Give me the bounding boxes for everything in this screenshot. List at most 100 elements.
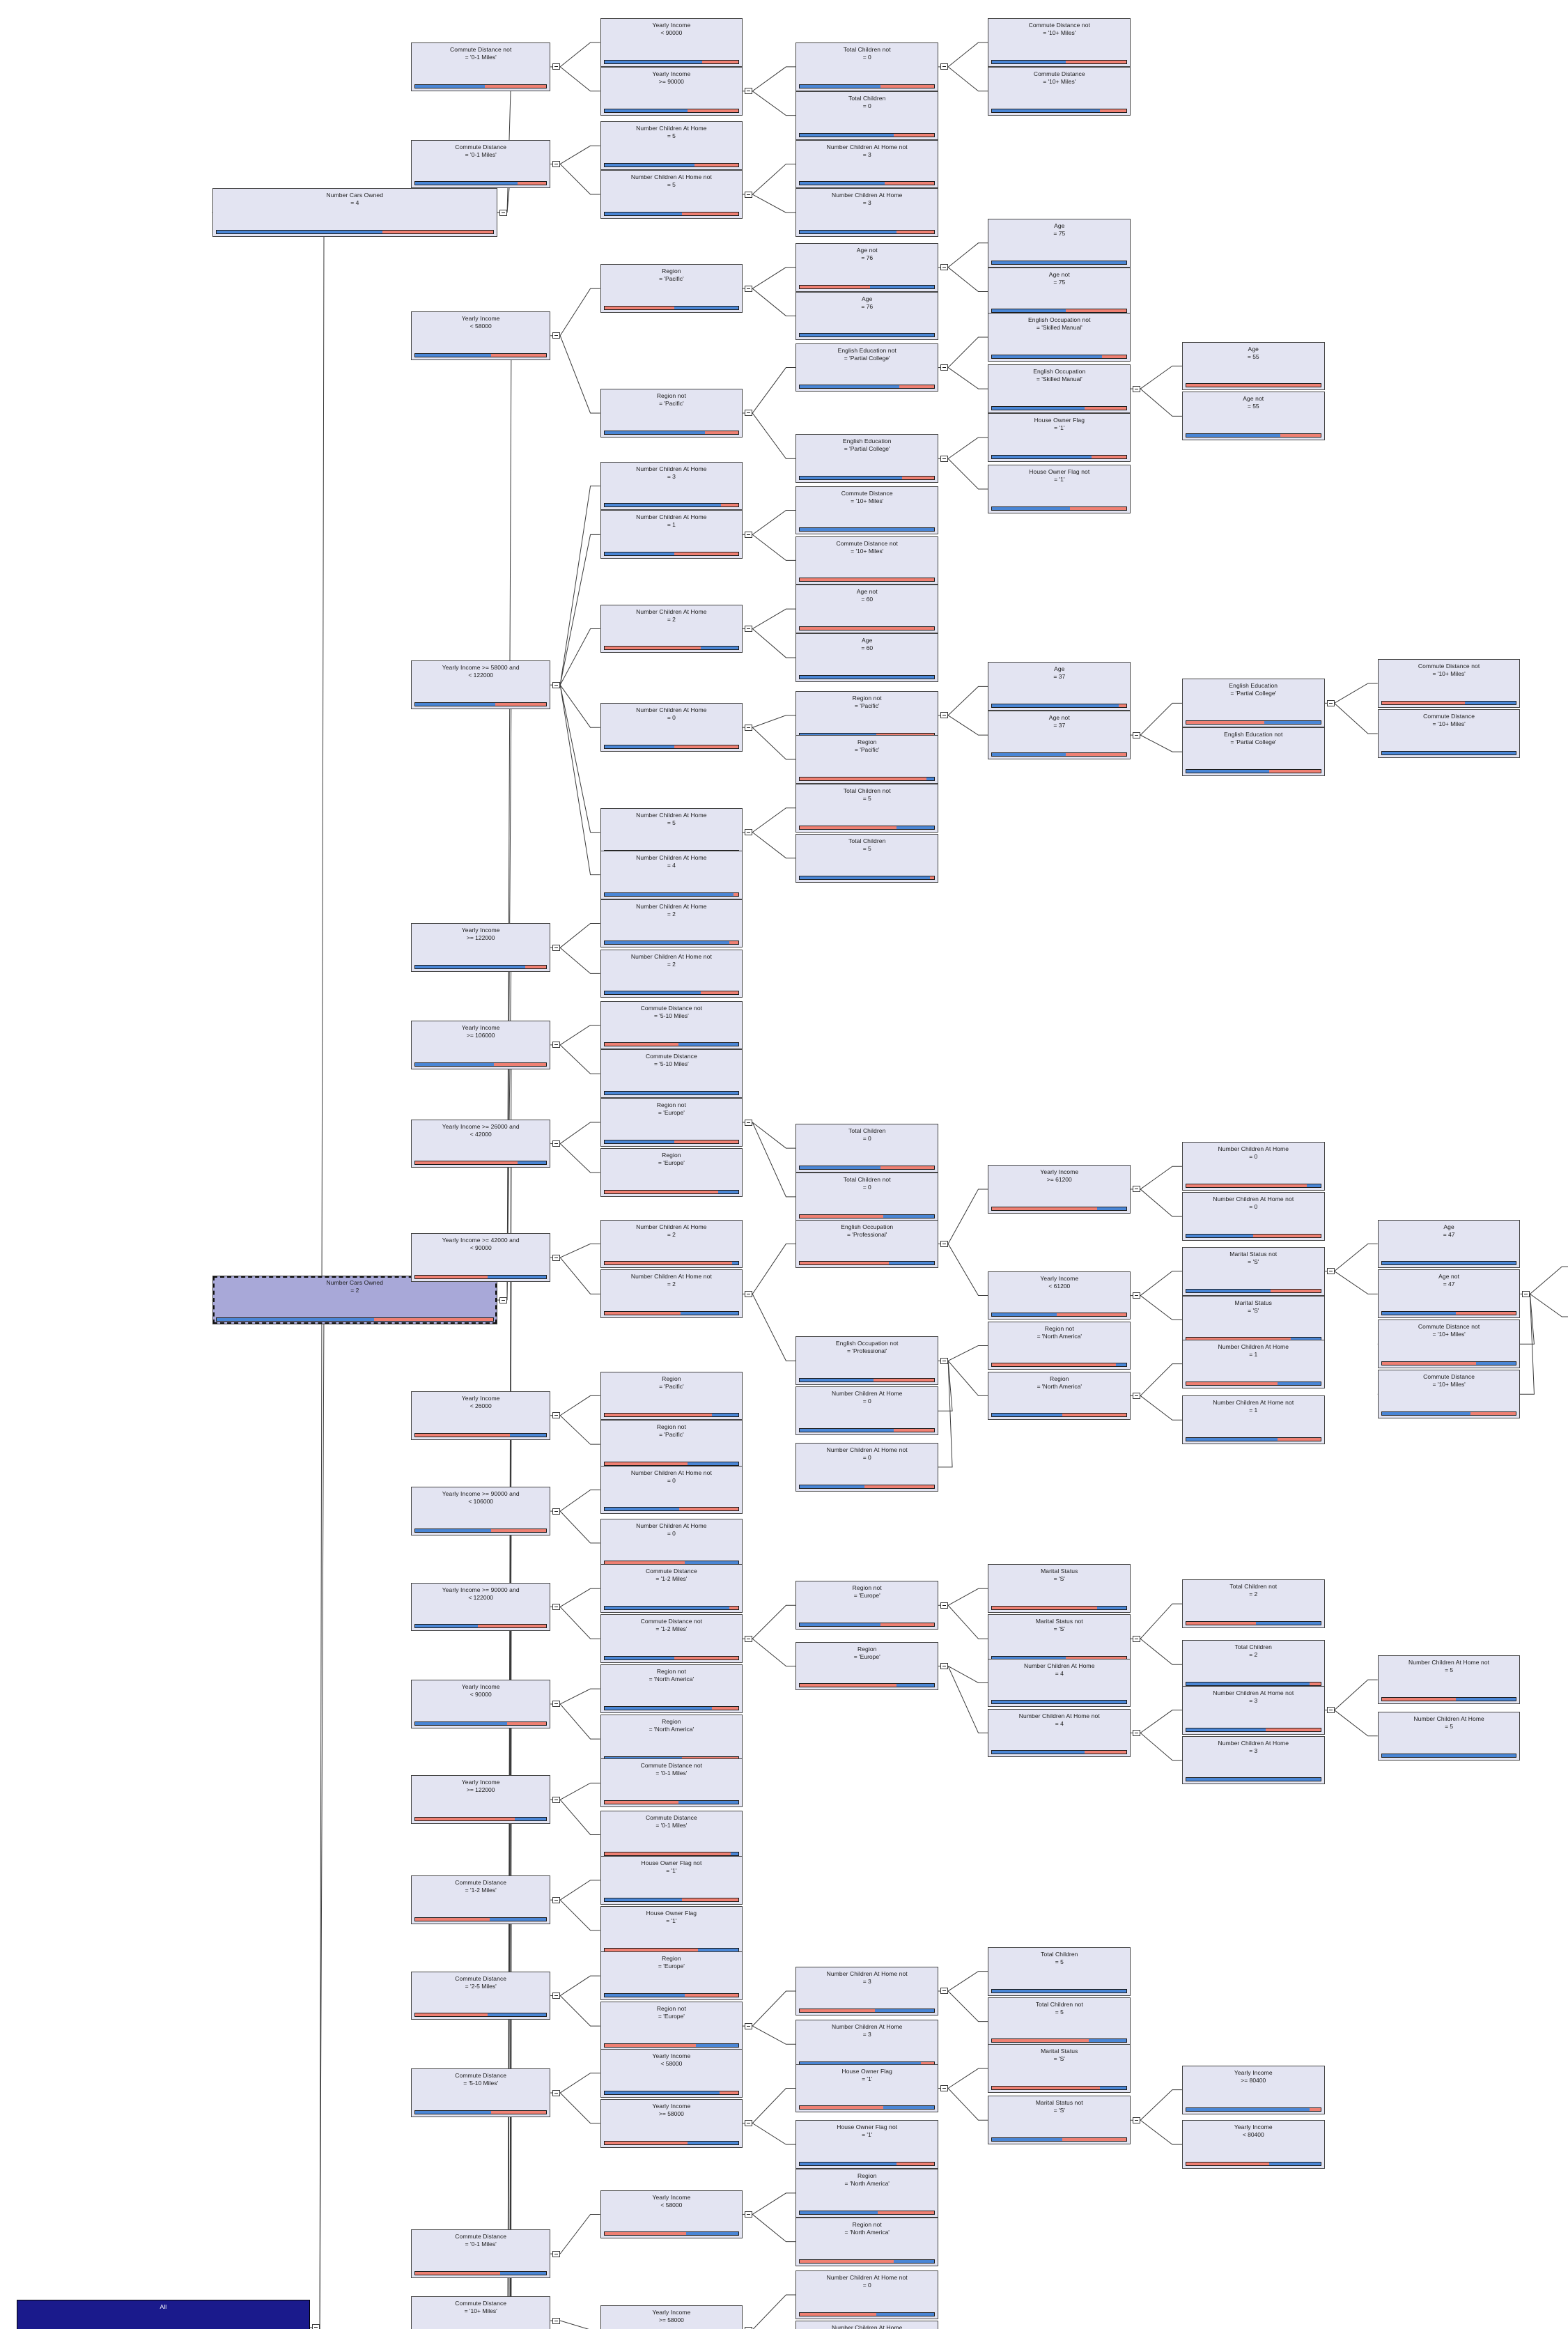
tree-node[interactable]: Region not = 'Europe' [795, 1581, 939, 1630]
collapse-expand-icon[interactable] [745, 2326, 753, 2329]
tree-node[interactable]: Commute Distance = '0-1 Miles' [411, 139, 551, 189]
tree-node[interactable]: Yearly Income < 58000 [600, 2048, 743, 2098]
tree-node[interactable]: Number Children At Home not = 4 [988, 1708, 1131, 1758]
tree-node[interactable]: Yearly Income >= 58000 and < 122000 [411, 660, 551, 710]
collapse-expand-icon[interactable] [745, 1119, 753, 1126]
tree-node[interactable]: Age not = 76 [795, 242, 939, 292]
tree-node[interactable]: Age = 47 [1377, 1219, 1521, 1269]
tree-node[interactable]: Region = 'Europe' [600, 1148, 743, 1197]
tree-node[interactable]: Commute Distance not = '10+ Miles' [795, 536, 939, 585]
collapse-expand-icon[interactable] [940, 1240, 949, 1247]
collapse-expand-icon[interactable] [1326, 1268, 1335, 1275]
collapse-expand-icon[interactable] [552, 160, 561, 167]
collapse-expand-icon[interactable] [1133, 1392, 1141, 1399]
tree-node[interactable]: English Education = 'Partial College' [795, 434, 939, 483]
tree-node[interactable]: Number Children At Home = 3 [1181, 1735, 1325, 1785]
collapse-expand-icon[interactable] [1133, 385, 1141, 392]
tree-node[interactable]: Number Children At Home = 5 [1377, 1711, 1521, 1761]
tree-node[interactable]: Commute Distance = '10+ Miles' [988, 66, 1131, 116]
tree-node[interactable]: English Education = 'Partial College' [1181, 679, 1325, 728]
tree-node[interactable]: Yearly Income >= 26000 and < 42000 [411, 1119, 551, 1168]
tree-node[interactable]: House Owner Flag not = '1' [795, 2120, 939, 2169]
tree-node[interactable]: Yearly Income < 90000 [411, 1680, 551, 1728]
tree-node[interactable]: Yearly Income < 58000 [600, 2190, 743, 2239]
collapse-expand-icon[interactable] [940, 2085, 949, 2091]
tree-node[interactable]: Age = 60 [795, 633, 939, 682]
tree-node[interactable]: English Occupation not = 'Skilled Manual' [988, 313, 1131, 362]
tree-node[interactable]: Yearly Income >= 106000 [411, 1020, 551, 1069]
collapse-expand-icon[interactable] [745, 2120, 753, 2127]
tree-node[interactable]: Number Children At Home = 5 [600, 121, 743, 171]
collapse-expand-icon[interactable] [552, 1254, 561, 1261]
tree-node[interactable]: Yearly Income >= 42000 and < 90000 [411, 1233, 551, 1282]
collapse-expand-icon[interactable] [1133, 2117, 1141, 2123]
tree-node[interactable]: Number Children At Home not = 5 [600, 170, 743, 219]
collapse-expand-icon[interactable] [1326, 1707, 1335, 1714]
tree-node[interactable]: English Occupation = 'Professional' [795, 1219, 939, 1269]
tree-node[interactable]: Total Children = 5 [795, 833, 939, 883]
tree-node[interactable]: Region not = 'North America' [600, 1664, 743, 1714]
tree-node[interactable]: Commute Distance not = '0-1 Miles' [600, 1758, 743, 1808]
collapse-expand-icon[interactable] [745, 724, 753, 731]
tree-node[interactable]: Commute Distance not = '10+ Miles' [988, 18, 1131, 67]
collapse-expand-icon[interactable] [499, 1297, 507, 1303]
tree-node[interactable]: Commute Distance not = '0-1 Miles' [411, 42, 551, 91]
tree-node[interactable]: Region = 'Europe' [600, 1951, 743, 2001]
tree-node[interactable]: English Occupation not = 'Professional' [795, 1336, 939, 1386]
tree-node[interactable]: Yearly Income < 61200 [988, 1271, 1131, 1320]
tree-node[interactable]: Commute Distance not = '1-2 Miles' [600, 1614, 743, 1664]
collapse-expand-icon[interactable] [552, 944, 561, 951]
tree-node[interactable]: Number Children At Home= 0 [795, 1386, 939, 1436]
tree-node[interactable]: Region not = 'Pacific' [600, 1420, 743, 1469]
tree-node[interactable]: Commute Distance = '5-10 Miles' [600, 1049, 743, 1099]
tree-node[interactable]: Number Children At Home = 2 [600, 899, 743, 948]
tree-node[interactable]: Total Children not = 0 [795, 42, 939, 91]
tree-node[interactable]: Commute Distance = '5-10 Miles' [411, 2068, 551, 2117]
tree-node[interactable]: Number Children At Home not = 2 [600, 1269, 743, 1319]
tree-node[interactable]: Region = 'Pacific' [600, 1371, 743, 1421]
tree-node[interactable]: Marital Status not = 'S' [1181, 1246, 1325, 1296]
tree-node[interactable]: Number Children At Home = 4 [600, 850, 743, 899]
tree-node[interactable]: Region not = 'Pacific' [600, 389, 743, 438]
tree-node[interactable]: House Owner Flag not = '1' [600, 1855, 743, 1905]
tree-node[interactable]: Region = 'Europe' [795, 1641, 939, 1691]
tree-node[interactable]: English Occupation = 'Skilled Manual' [988, 364, 1131, 413]
collapse-expand-icon[interactable] [745, 2211, 753, 2218]
collapse-expand-icon[interactable] [940, 364, 949, 371]
tree-node[interactable]: Age not = 55 [1181, 392, 1325, 441]
collapse-expand-icon[interactable] [1133, 732, 1141, 738]
tree-node[interactable]: Yearly Income < 58000 [411, 311, 551, 360]
collapse-expand-icon[interactable] [940, 63, 949, 70]
collapse-expand-icon[interactable] [552, 1603, 561, 1610]
tree-node[interactable]: Number Children At Home not = 0 [795, 2270, 939, 2319]
tree-node[interactable]: Total Children not = 2 [1181, 1579, 1325, 1628]
collapse-expand-icon[interactable] [940, 1602, 949, 1609]
tree-node[interactable]: Marital Status not = 'S' [988, 1614, 1131, 1664]
tree-node[interactable]: Commute Distance = '10+ Miles' [1377, 1370, 1521, 1419]
collapse-expand-icon[interactable] [940, 1988, 949, 1995]
tree-node[interactable]: Age = 76 [795, 291, 939, 341]
tree-node[interactable]: Yearly Income < 26000 [411, 1391, 551, 1440]
tree-node[interactable]: Yearly Income >= 58000 [600, 2098, 743, 2148]
tree-node[interactable]: Commute Distance = '10+ Miles' [795, 486, 939, 535]
collapse-expand-icon[interactable] [552, 681, 561, 688]
tree-node[interactable]: Number Children At Home = 3 [600, 461, 743, 511]
tree-node[interactable]: Age not = 37 [988, 711, 1131, 759]
collapse-expand-icon[interactable] [940, 1357, 949, 1364]
tree-node[interactable]: Number Cars Owned = 4 [212, 188, 497, 238]
collapse-expand-icon[interactable] [1133, 1292, 1141, 1299]
tree-node[interactable]: Number Children At Home= 0 [600, 703, 743, 752]
tree-node-root[interactable]: All [16, 2299, 311, 2329]
collapse-expand-icon[interactable] [552, 2317, 561, 2324]
tree-node[interactable]: Marital Status = 'S' [988, 2044, 1131, 2094]
collapse-expand-icon[interactable] [552, 2089, 561, 2096]
tree-node[interactable]: Number Children At Home = 2 [600, 604, 743, 653]
tree-node-selected[interactable]: Number Cars Owned = 2 [212, 1276, 497, 1324]
tree-node[interactable]: Age = 55 [1181, 341, 1325, 391]
tree-node[interactable]: House Owner Flag = '1' [600, 1905, 743, 1955]
tree-node[interactable]: Number Children At Home = 1 [600, 510, 743, 559]
tree-node[interactable]: Region = 'North America' [795, 2169, 939, 2218]
collapse-expand-icon[interactable] [745, 829, 753, 836]
tree-node[interactable]: Marital Status = 'S' [988, 1564, 1131, 1614]
tree-node[interactable]: Region = 'Pacific' [600, 264, 743, 314]
